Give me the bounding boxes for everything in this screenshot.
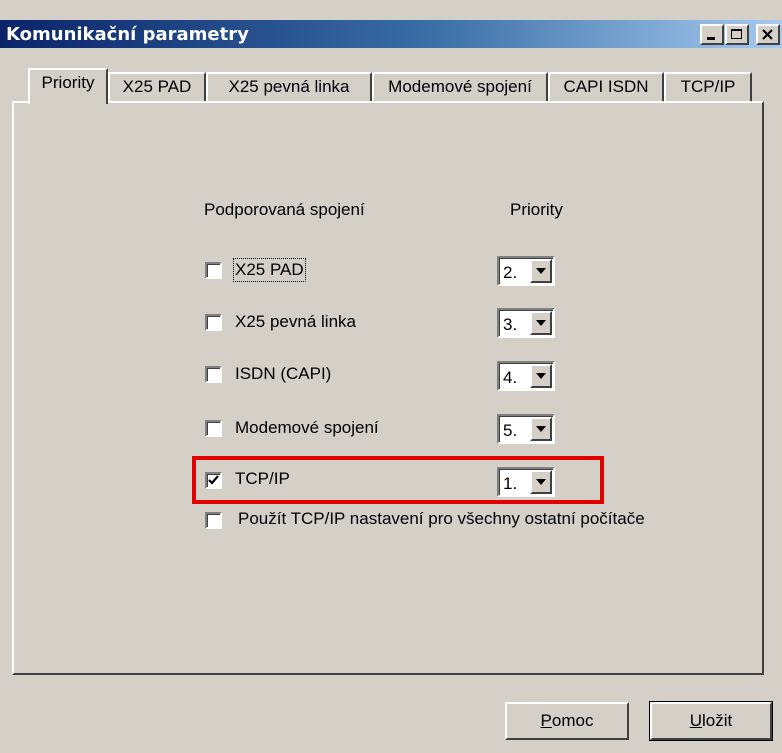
priority-select-isdn-capi[interactable]: 4. <box>497 361 555 391</box>
dropdown-button[interactable] <box>530 364 552 388</box>
chevron-down-icon <box>536 426 546 432</box>
priority-value: 5. <box>503 421 518 440</box>
checkmark-icon <box>208 475 219 485</box>
chevron-down-icon <box>536 373 546 379</box>
save-button-mnemonic: U <box>689 711 703 730</box>
save-button-label: ložit <box>702 711 733 730</box>
tab-label: TCP/IP <box>680 77 736 96</box>
dropdown-button[interactable] <box>530 259 552 283</box>
checkbox-use-tcp-ip-for-all[interactable] <box>205 512 222 529</box>
tab-x25-pevna-linka[interactable]: X25 pevná linka <box>206 72 372 101</box>
priority-select-tcp-ip[interactable]: 1. <box>497 467 555 497</box>
priority-select-x25-pevna-linka[interactable]: 3. <box>497 308 555 338</box>
tab-modemove-spojeni[interactable]: Modemové spojení <box>372 72 548 101</box>
priority-select-modemove-spojeni[interactable]: 5. <box>497 414 555 444</box>
checkbox-tcp-ip[interactable] <box>205 472 222 489</box>
chevron-down-icon <box>536 479 546 485</box>
priority-value: 3. <box>503 315 518 334</box>
tab-strip: Priority X25 PAD X25 pevná linka Modemov… <box>0 0 782 104</box>
dropdown-button[interactable] <box>530 417 552 441</box>
dropdown-button[interactable] <box>530 311 552 335</box>
dialog-window: Komunikační parametry Priority X25 PAD X… <box>0 0 782 753</box>
help-button[interactable]: Pomoc <box>505 702 629 740</box>
tab-label: Priority <box>41 73 95 92</box>
checkbox-x25-pad[interactable] <box>205 262 222 279</box>
tab-panel-priority <box>12 101 764 675</box>
tab-tcp-ip[interactable]: TCP/IP <box>664 72 752 101</box>
tab-label: X25 pevná linka <box>228 77 350 96</box>
tab-x25-pad[interactable]: X25 PAD <box>108 72 206 101</box>
save-button[interactable]: Uložit <box>649 701 773 741</box>
checkbox-isdn-capi[interactable] <box>205 366 222 383</box>
checkbox-label-tcp-ip[interactable]: TCP/IP <box>235 469 290 489</box>
connections-header: Podporovaná spojení <box>204 200 365 219</box>
checkbox-label-x25-pad[interactable]: X25 PAD <box>233 258 306 282</box>
tab-label: Modemové spojení <box>388 77 532 96</box>
checkbox-modemove-spojeni[interactable] <box>205 420 222 437</box>
checkbox-label-use-tcp-ip-for-all[interactable]: Použít TCP/IP nastavení pro všechny osta… <box>238 509 645 529</box>
tab-label: X25 PAD <box>122 77 192 96</box>
tab-label: CAPI ISDN <box>563 77 649 96</box>
priority-header: Priority <box>510 200 563 219</box>
chevron-down-icon <box>536 320 546 326</box>
checkbox-label-x25-pevna-linka[interactable]: X25 pevná linka <box>235 312 356 332</box>
checkbox-x25-pevna-linka[interactable] <box>205 314 222 331</box>
checkbox-label-isdn-capi[interactable]: ISDN (CAPI) <box>235 364 331 384</box>
tab-priority[interactable]: Priority <box>28 68 108 104</box>
priority-select-x25-pad[interactable]: 2. <box>497 256 555 286</box>
priority-value: 4. <box>503 368 518 387</box>
help-button-mnemonic: P <box>540 711 552 730</box>
priority-value: 2. <box>503 263 518 282</box>
dropdown-button[interactable] <box>530 470 552 494</box>
checkbox-label-modemove-spojeni[interactable]: Modemové spojení <box>235 418 379 438</box>
help-button-label: omoc <box>551 711 594 730</box>
priority-value: 1. <box>503 474 518 493</box>
chevron-down-icon <box>536 268 546 274</box>
tab-capi-isdn[interactable]: CAPI ISDN <box>548 72 664 101</box>
